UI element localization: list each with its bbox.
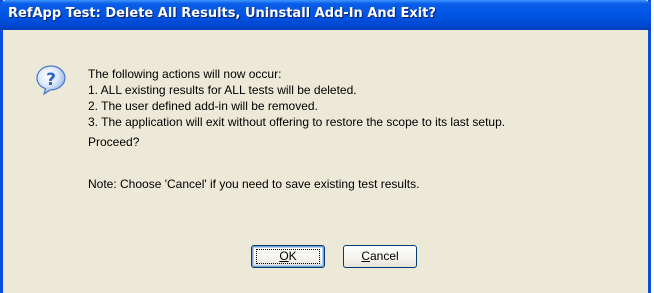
note-text: Note: Choose 'Cancel' if you need to sav…: [88, 177, 420, 191]
proceed-prompt: Proceed?: [88, 135, 140, 149]
svg-text:?: ?: [46, 70, 56, 90]
message-line: 3. The application will exit without off…: [88, 115, 506, 129]
message-line: 2. The user defined add-in will be remov…: [88, 99, 318, 113]
message-line: The following actions will now occur:: [88, 67, 282, 81]
message-body: The following actions will now occur: 1.…: [88, 66, 505, 130]
dialog-window: RefApp Test: Delete All Results, Uninsta…: [0, 0, 651, 293]
cancel-button[interactable]: Cancel: [343, 245, 417, 268]
question-icon: ?: [36, 65, 66, 96]
ok-button-label: OK: [279, 249, 297, 263]
message-line: 1. ALL existing results for ALL tests wi…: [88, 83, 357, 97]
title-bar[interactable]: RefApp Test: Delete All Results, Uninsta…: [0, 0, 651, 30]
dialog-title: RefApp Test: Delete All Results, Uninsta…: [8, 6, 436, 21]
ok-button[interactable]: OK: [251, 245, 325, 268]
cancel-button-label: Cancel: [361, 249, 399, 263]
